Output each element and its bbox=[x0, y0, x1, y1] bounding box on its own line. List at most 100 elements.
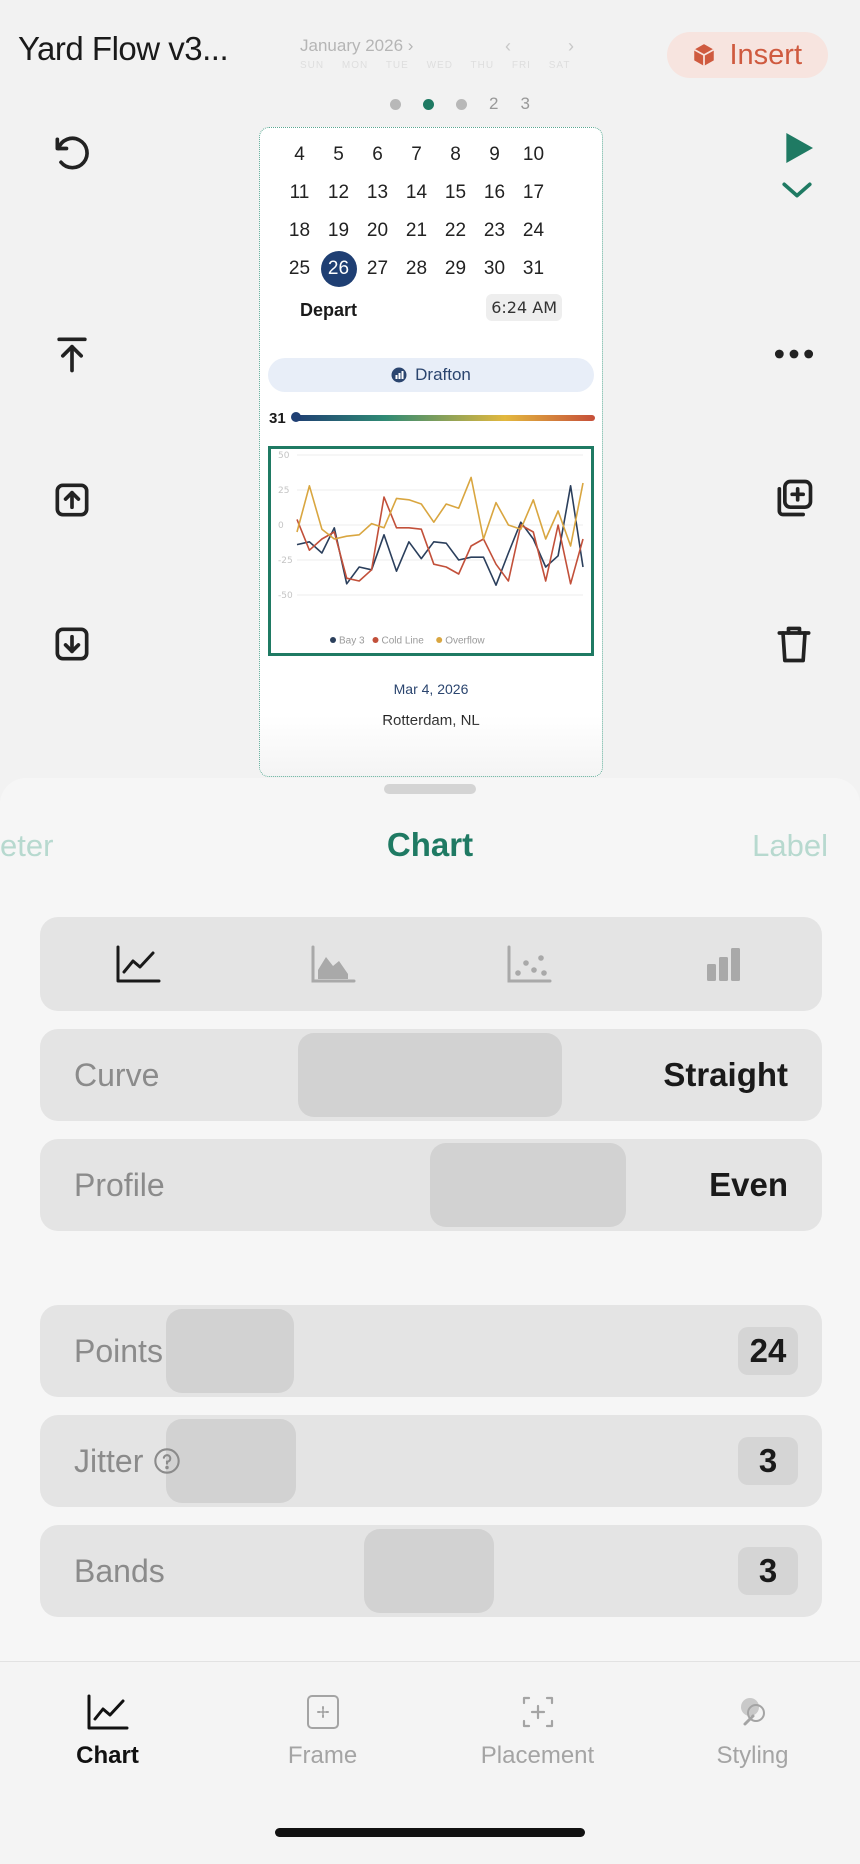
calendar-day[interactable]: 24 bbox=[514, 220, 553, 242]
calendar-day[interactable]: 9 bbox=[475, 144, 514, 166]
tab-chart[interactable]: Chart bbox=[0, 826, 860, 864]
calendar-day[interactable]: 16 bbox=[475, 182, 514, 204]
help-circle-icon[interactable] bbox=[153, 1447, 181, 1475]
pager-dot-active[interactable] bbox=[423, 98, 434, 110]
calendar-day[interactable]: 5 bbox=[319, 144, 358, 166]
calendar-day[interactable]: 18 bbox=[280, 220, 319, 242]
nav-frame[interactable]: Frame bbox=[215, 1692, 430, 1770]
sheet-grabber[interactable] bbox=[384, 784, 476, 794]
arrow-down-square-icon bbox=[55, 627, 89, 661]
calendar-day[interactable]: 28 bbox=[397, 258, 436, 280]
calendar-day-label: 18 bbox=[288, 220, 311, 241]
calendar-day-label: 19 bbox=[327, 220, 350, 241]
calendar-week-row: 4 5 6 7 8 9 10 bbox=[280, 136, 590, 174]
chart-series-line bbox=[296, 496, 584, 585]
chevron-down-icon bbox=[782, 182, 812, 198]
pager-dot[interactable] bbox=[456, 98, 467, 110]
move-down-button[interactable] bbox=[46, 618, 98, 670]
calendar-week-row: 11 12 13 14 15 16 17 bbox=[280, 174, 590, 212]
move-to-top-button[interactable] bbox=[46, 328, 98, 380]
calendar-day[interactable]: 13 bbox=[358, 182, 397, 204]
chart-frame[interactable]: 50 25 0 -25 -50 Bay 3 Cold Line Overflow bbox=[268, 446, 594, 656]
calendar-day[interactable]: 25 bbox=[280, 258, 319, 280]
calendar-day[interactable]: 19 bbox=[319, 220, 358, 242]
line-chart-icon bbox=[87, 1694, 128, 1730]
chart-type-scatter[interactable] bbox=[431, 917, 627, 1011]
calendar-day-selected[interactable]: 26 bbox=[319, 251, 358, 287]
calendar-day-label: 7 bbox=[411, 144, 422, 165]
expand-button[interactable] bbox=[780, 178, 814, 207]
insert-button[interactable]: Insert bbox=[667, 32, 828, 78]
nav-chart[interactable]: Chart bbox=[0, 1692, 215, 1770]
calendar-day[interactable]: 10 bbox=[514, 144, 553, 166]
points-slider[interactable]: Points 24 bbox=[40, 1305, 822, 1397]
curve-label: Curve bbox=[74, 1056, 160, 1093]
chart-legend-swatch bbox=[436, 637, 443, 643]
calendar-day-label: 31 bbox=[522, 258, 545, 279]
more-dots-icon bbox=[774, 349, 814, 359]
chart-type-bar[interactable] bbox=[627, 917, 823, 1011]
duplicate-button[interactable] bbox=[768, 472, 820, 524]
curve-segmented-control[interactable]: Curve Straight bbox=[40, 1029, 822, 1121]
calendar-day[interactable]: 20 bbox=[358, 220, 397, 242]
trash-icon bbox=[777, 626, 811, 663]
jitter-slider[interactable]: Jitter 3 bbox=[40, 1415, 822, 1507]
move-up-button[interactable] bbox=[46, 474, 98, 526]
tab-label[interactable]: Label bbox=[752, 828, 828, 864]
calendar-day[interactable]: 23 bbox=[475, 220, 514, 242]
nav-placement-label: Placement bbox=[480, 1742, 595, 1769]
pager-dot[interactable] bbox=[390, 98, 401, 110]
chart-series-line bbox=[296, 476, 584, 547]
bands-label: Bands bbox=[74, 1552, 165, 1589]
bands-slider[interactable]: Bands 3 bbox=[40, 1525, 822, 1617]
chart-series-line bbox=[296, 484, 584, 586]
more-button[interactable] bbox=[768, 328, 820, 380]
bands-value: 3 bbox=[738, 1547, 798, 1595]
calendar-day[interactable]: 31 bbox=[514, 258, 553, 280]
nav-styling[interactable]: Styling bbox=[645, 1692, 860, 1770]
curve-thumb[interactable] bbox=[298, 1033, 562, 1117]
calendar-day[interactable]: 7 bbox=[397, 144, 436, 166]
arrow-to-top-icon bbox=[57, 337, 87, 373]
calendar-day[interactable]: 21 bbox=[397, 220, 436, 242]
undo-button[interactable] bbox=[46, 128, 98, 180]
chart-type-line[interactable] bbox=[40, 917, 236, 1011]
chart-type-picker bbox=[40, 917, 822, 1011]
profile-segmented-control[interactable]: Profile Even bbox=[40, 1139, 822, 1231]
calendar-day-label: 24 bbox=[522, 220, 545, 241]
page-pager: 2 3 bbox=[390, 94, 530, 114]
chart-legend-swatch bbox=[372, 637, 379, 643]
preview-card[interactable]: 4 5 6 7 8 9 10 11 12 13 14 15 16 17 18 19 20 21 22 23 24 25 26… bbox=[259, 127, 603, 777]
calendar-day[interactable]: 8 bbox=[436, 144, 475, 166]
calendar-day[interactable]: 15 bbox=[436, 182, 475, 204]
location-chip[interactable]: Drafton bbox=[268, 358, 594, 392]
calendar-day[interactable]: 27 bbox=[358, 258, 397, 280]
calendar-day[interactable]: 12 bbox=[319, 182, 358, 204]
calendar-day[interactable]: 4 bbox=[280, 144, 319, 166]
calendar-day[interactable]: 22 bbox=[436, 220, 475, 242]
nav-placement[interactable]: Placement bbox=[430, 1692, 645, 1770]
weekday-header: SUN MON TUE WED THU FRI SAT bbox=[300, 60, 571, 71]
pager-page-2[interactable]: 2 bbox=[489, 94, 498, 114]
pager-page-3[interactable]: 3 bbox=[520, 94, 529, 114]
jitter-slider-thumb[interactable] bbox=[166, 1419, 296, 1503]
calendar-day-label: 15 bbox=[444, 182, 467, 203]
gradient-knob[interactable] bbox=[291, 412, 301, 422]
calendar-day[interactable]: 11 bbox=[280, 182, 319, 204]
play-button[interactable] bbox=[778, 128, 818, 173]
calendar-day[interactable]: 17 bbox=[514, 182, 553, 204]
calendar-day[interactable]: 14 bbox=[397, 182, 436, 204]
calendar-nav-arrows: ‹ › bbox=[505, 36, 600, 56]
preview-fade bbox=[260, 716, 602, 776]
time-value[interactable]: 6:24 AM bbox=[486, 294, 562, 321]
chart-type-area[interactable] bbox=[236, 917, 432, 1011]
gradient-bar[interactable] bbox=[295, 415, 595, 421]
points-slider-thumb[interactable] bbox=[166, 1309, 294, 1393]
calendar-day[interactable]: 6 bbox=[358, 144, 397, 166]
app-title: Yard Flow v3... bbox=[18, 30, 229, 67]
bands-slider-thumb[interactable] bbox=[364, 1529, 494, 1613]
calendar-day[interactable]: 29 bbox=[436, 258, 475, 280]
delete-button[interactable] bbox=[768, 618, 820, 670]
profile-thumb[interactable] bbox=[430, 1143, 626, 1227]
calendar-day[interactable]: 30 bbox=[475, 258, 514, 280]
